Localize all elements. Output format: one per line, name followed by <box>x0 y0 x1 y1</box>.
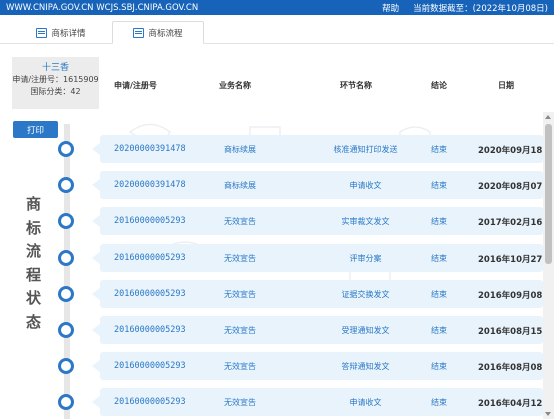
timeline-node-icon <box>58 213 74 230</box>
timeline-node-icon <box>58 141 74 157</box>
reg-no-link[interactable]: 20160000005293 <box>114 325 186 335</box>
result: 结束 <box>431 289 447 299</box>
international-class: 国际分类：42 <box>30 87 81 96</box>
table-header: 申请/注册号 业务名称 环节名称 结论 日期 <box>100 57 554 109</box>
process-status-title: 商标流程状态 <box>26 195 42 331</box>
business-name: 无效宣告 <box>224 289 256 299</box>
process-row[interactable]: 20160000005293 无效宣告 受理通知发文 结束 2016年08月15日 <box>92 316 551 344</box>
reg-no-link[interactable]: 20160000005293 <box>114 397 186 407</box>
date: 2020年09月18日 <box>478 146 551 156</box>
reg-no-link[interactable]: 20200000391478 <box>114 144 186 154</box>
step-name: 申请收文 <box>349 181 382 191</box>
list-icon <box>36 27 48 38</box>
timeline-node-icon <box>58 285 74 302</box>
step-name: 申请收文 <box>349 398 382 408</box>
top-bar: WWW.CNIPA.GOV.CN WCJS.SBJ.CNIPA.GOV.CN 帮… <box>0 0 554 15</box>
site-url: WWW.CNIPA.GOV.CN WCJS.SBJ.CNIPA.GOV.CN <box>6 2 199 13</box>
tab-bar: 商标详情 商标流程 <box>0 15 554 44</box>
header-business: 业务名称 <box>219 81 251 90</box>
step-name: 核准通知打印发送 <box>333 145 398 154</box>
process-row[interactable]: 20200000391478 商标续展 申请收文 结束 2020年08月07日 <box>92 171 551 200</box>
step-name: 实审裁文发文 <box>341 217 390 227</box>
business-name: 无效宣告 <box>224 326 256 335</box>
date: 2016年08月15日 <box>478 327 551 337</box>
process-row[interactable]: 20160000005293 无效宣告 评审分案 结束 2016年10月27日 <box>92 243 551 272</box>
business-name: 商标续展 <box>224 145 256 154</box>
header-date: 日期 <box>498 81 514 90</box>
process-row[interactable]: 20160000005293 无效宣告 申请收文 结束 2016年04月12日 <box>92 388 551 417</box>
tab-trademark-details[interactable]: 商标详情 <box>12 21 110 44</box>
header-step: 环节名称 <box>340 81 372 90</box>
header-reg-no: 申请/注册号 <box>114 81 157 90</box>
result: 结束 <box>431 217 447 227</box>
timeline-node-icon <box>58 177 74 194</box>
reg-no-link[interactable]: 20160000005293 <box>114 361 186 371</box>
date: 2016年08月08日 <box>478 363 551 374</box>
reg-no-link[interactable]: 20200000391478 <box>114 180 186 190</box>
trademark-info-panel: 十三香 申请/注册号：1615909 国际分类：42 <box>12 57 99 109</box>
list-icon <box>133 27 145 38</box>
business-name: 无效宣告 <box>224 362 256 372</box>
tab-trademark-process[interactable]: 商标流程 <box>112 21 204 44</box>
business-name: 无效宣告 <box>224 398 256 408</box>
reg-no-link[interactable]: 20160000005293 <box>114 216 186 226</box>
vertical-scrollbar[interactable] <box>543 112 554 419</box>
result: 结束 <box>431 145 447 154</box>
header-result: 结论 <box>431 81 447 90</box>
date: 2016年10月27日 <box>478 254 551 265</box>
process-row[interactable]: 20160000005293 无效宣告 实审裁文发文 结束 2017年02月16日 <box>92 207 551 236</box>
result: 结束 <box>431 362 447 372</box>
timeline-node-icon <box>58 394 74 411</box>
scrollbar-thumb[interactable] <box>545 124 552 264</box>
business-name: 无效宣告 <box>224 217 256 227</box>
timeline-node-icon <box>58 322 74 338</box>
business-name: 无效宣告 <box>224 253 256 263</box>
process-row[interactable]: 20160000005293 无效宣告 证据交换发文 结束 2016年09月08日 <box>92 279 551 308</box>
data-date: 当前数据截至：(2022年10月08日) <box>413 3 548 14</box>
date: 2016年09月08日 <box>478 290 551 301</box>
result: 结束 <box>431 326 447 335</box>
timeline-node-icon <box>58 358 74 375</box>
reg-no-link[interactable]: 20160000005293 <box>114 253 186 263</box>
tab-label: 商标流程 <box>148 28 183 39</box>
date: 2017年02月16日 <box>478 218 551 229</box>
step-name: 评审分案 <box>349 253 382 263</box>
date: 2016年04月12日 <box>478 399 551 410</box>
scroll-down-icon[interactable] <box>545 412 551 416</box>
process-row[interactable]: 20160000005293 无效宣告 答辩通知发文 结束 2016年08月08日 <box>92 352 551 381</box>
business-name: 商标续展 <box>224 181 256 191</box>
trademark-name: 十三香 <box>41 63 69 73</box>
result: 结束 <box>431 398 447 408</box>
date: 2020年08月07日 <box>478 182 551 193</box>
print-button[interactable]: 打印 <box>13 121 58 138</box>
scroll-up-icon[interactable] <box>545 115 551 119</box>
timeline-node-icon <box>58 249 74 266</box>
timeline-track <box>64 124 70 419</box>
reg-no-link[interactable]: 20160000005293 <box>114 289 186 299</box>
result: 结束 <box>431 181 447 191</box>
result: 结束 <box>431 253 447 263</box>
help-link[interactable]: 帮助 <box>382 2 399 14</box>
step-name: 受理通知发文 <box>341 326 390 335</box>
step-name: 证据交换发文 <box>341 289 390 299</box>
process-row[interactable]: 20200000391478 商标续展 核准通知打印发送 结束 2020年09月18日 <box>92 135 551 163</box>
step-name: 答辩通知发文 <box>341 362 390 372</box>
registration-number: 申请/注册号：1615909 <box>12 75 99 84</box>
tab-label: 商标详情 <box>51 28 86 39</box>
